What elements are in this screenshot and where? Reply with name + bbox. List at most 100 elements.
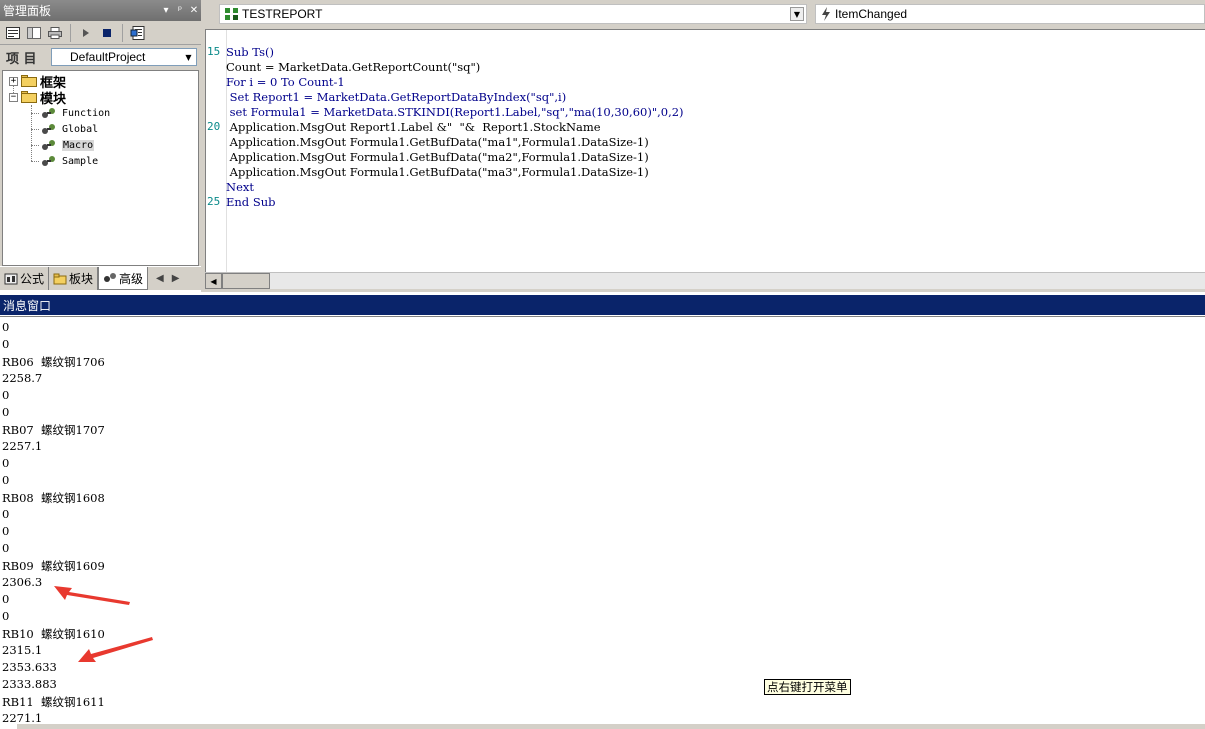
code-line: Application.MsgOut Formula1.GetBufData("… [226, 150, 649, 164]
code-line: Application.MsgOut Report1.Label &" "& R… [226, 120, 601, 134]
toolbar-separator [122, 23, 123, 42]
print-icon[interactable] [46, 24, 64, 42]
output-line: 0 [2, 388, 10, 402]
module-label: Function [62, 107, 111, 119]
tab-sector[interactable]: 板块 [49, 267, 99, 290]
scroll-left-icon[interactable]: ◀ [205, 273, 222, 289]
message-output[interactable]: 0 0 RB06 螺纹钢1706 2258.7 0 0 RB07 螺纹钢1707… [0, 316, 1205, 729]
output-line: 0 [2, 541, 10, 555]
tab-label: 公式 [20, 272, 45, 286]
editor-toolbar: TESTREPORT ▼ ItemChanged [201, 0, 1205, 28]
output-line: 2257.1 [2, 439, 43, 453]
stop-icon[interactable] [98, 24, 116, 42]
output-line: 0 [2, 337, 10, 351]
tree-connector [31, 113, 39, 114]
line-number: 15 [207, 45, 221, 58]
horizontal-scrollbar[interactable]: ◀ [205, 272, 1205, 289]
tab-formula[interactable]: 公式 [0, 267, 50, 290]
output-line: RB08 螺纹钢1608 [2, 491, 105, 505]
module-icon [42, 156, 55, 166]
message-window-title: 消息窗口 [0, 295, 1205, 315]
properties-icon[interactable] [4, 24, 22, 42]
output-line: 0 [2, 405, 10, 419]
module-icon [42, 124, 55, 134]
advanced-icon [104, 273, 117, 282]
output-line: 0 [2, 320, 10, 334]
tree-item-function[interactable]: Function [40, 105, 110, 121]
run-icon[interactable] [77, 24, 95, 42]
line-number: 25 [207, 195, 221, 208]
code-line: Application.MsgOut Formula1.GetBufData("… [226, 165, 649, 179]
document-icon[interactable] [129, 24, 147, 42]
project-select-value: DefaultProject [70, 50, 146, 64]
code-line: Next [226, 180, 254, 194]
project-row: 项 目 DefaultProject ▼ [0, 45, 201, 69]
object-combo[interactable]: TESTREPORT ▼ [219, 4, 807, 24]
module-label: Sample [62, 155, 99, 167]
output-line: 0 [2, 507, 10, 521]
tree-connector [31, 129, 39, 130]
output-line: 2306.3 [2, 575, 43, 589]
code-textarea[interactable]: 15 20 25 Sub Ts() Count = MarketData.Get… [205, 29, 1205, 273]
output-line: 2271.1 [2, 711, 43, 725]
folder-icon [21, 75, 37, 87]
panel-dropdown-icon[interactable]: ▾ [159, 5, 173, 16]
line-number: 20 [207, 120, 221, 133]
event-combo[interactable]: ItemChanged [815, 4, 1205, 24]
line-number-gutter: 15 20 25 [206, 30, 227, 273]
event-combo-value: ItemChanged [835, 7, 908, 21]
panel-toolbar [0, 21, 201, 45]
panel-close-icon[interactable]: ✕ [187, 5, 201, 16]
project-select[interactable]: DefaultProject ▼ [51, 48, 197, 66]
expand-icon[interactable]: + [9, 76, 18, 86]
collapse-icon[interactable]: − [9, 92, 18, 102]
code-line: Sub Ts() [226, 45, 275, 59]
bottom-scrollbar[interactable] [17, 724, 1205, 729]
tree-connector [31, 161, 39, 162]
project-tree: + 框架 − 模块 Function Global Macro Sample [2, 70, 199, 266]
output-line: 0 [2, 456, 10, 470]
tab-advanced[interactable]: 高级 [98, 267, 149, 290]
tree-connector [31, 145, 39, 146]
panel-pin-icon[interactable]: ᵖ [173, 5, 187, 16]
output-line: 2353.633 [2, 660, 57, 674]
code-editor-pane: TESTREPORT ▼ ItemChanged 15 20 25 Sub Ts… [201, 0, 1205, 292]
chevron-right-icon[interactable]: ▶ [172, 273, 180, 284]
output-line: RB09 螺纹钢1609 [2, 559, 105, 573]
output-line: RB06 螺纹钢1706 [2, 355, 105, 369]
output-line: 2333.883 [2, 677, 57, 691]
module-label: Macro [62, 139, 95, 151]
output-line: 0 [2, 592, 10, 606]
output-line: RB11 螺纹钢1611 [2, 695, 105, 709]
chevron-left-icon[interactable]: ◀ [156, 273, 164, 284]
tree-item-modules[interactable]: − 模块 [9, 89, 67, 107]
code-line: Count = MarketData.GetReportCount("sq") [226, 60, 481, 74]
tree-item-global[interactable]: Global [40, 121, 98, 137]
annotation-arrow-icon [54, 586, 130, 605]
tree-item-label: 模块 [40, 91, 67, 107]
tree-item-macro[interactable]: Macro [40, 137, 95, 153]
report-icon [225, 8, 238, 20]
annotation-arrow-icon [78, 637, 153, 662]
scrollbar-thumb[interactable] [222, 273, 270, 289]
module-label: Global [62, 123, 99, 135]
lightning-icon [822, 7, 830, 21]
layout-icon[interactable] [25, 24, 43, 42]
module-icon [42, 140, 55, 150]
project-label: 项 目 [6, 51, 37, 67]
module-icon [42, 108, 55, 118]
tree-item-sample[interactable]: Sample [40, 153, 98, 169]
tab-label: 高级 [119, 271, 144, 286]
chevron-down-icon[interactable]: ▼ [790, 7, 804, 21]
management-panel: 管理面板 ▾ ᵖ ✕ 项 目 DefaultProject ▼ + 框架 − 模… [0, 0, 201, 290]
output-line: RB07 螺纹钢1707 [2, 423, 105, 437]
code-line: Application.MsgOut Formula1.GetBufData("… [226, 135, 649, 149]
tab-label: 板块 [69, 272, 94, 286]
panel-title: 管理面板 [3, 4, 52, 18]
chevron-down-icon[interactable]: ▼ [181, 49, 196, 65]
object-combo-value-wrap: TESTREPORT [220, 7, 790, 21]
panel-title-bar: 管理面板 ▾ ᵖ ✕ [0, 0, 201, 21]
event-combo-value-wrap: ItemChanged [816, 7, 1204, 21]
object-combo-value: TESTREPORT [242, 7, 323, 21]
code-line: For i = 0 To Count-1 [226, 75, 345, 89]
